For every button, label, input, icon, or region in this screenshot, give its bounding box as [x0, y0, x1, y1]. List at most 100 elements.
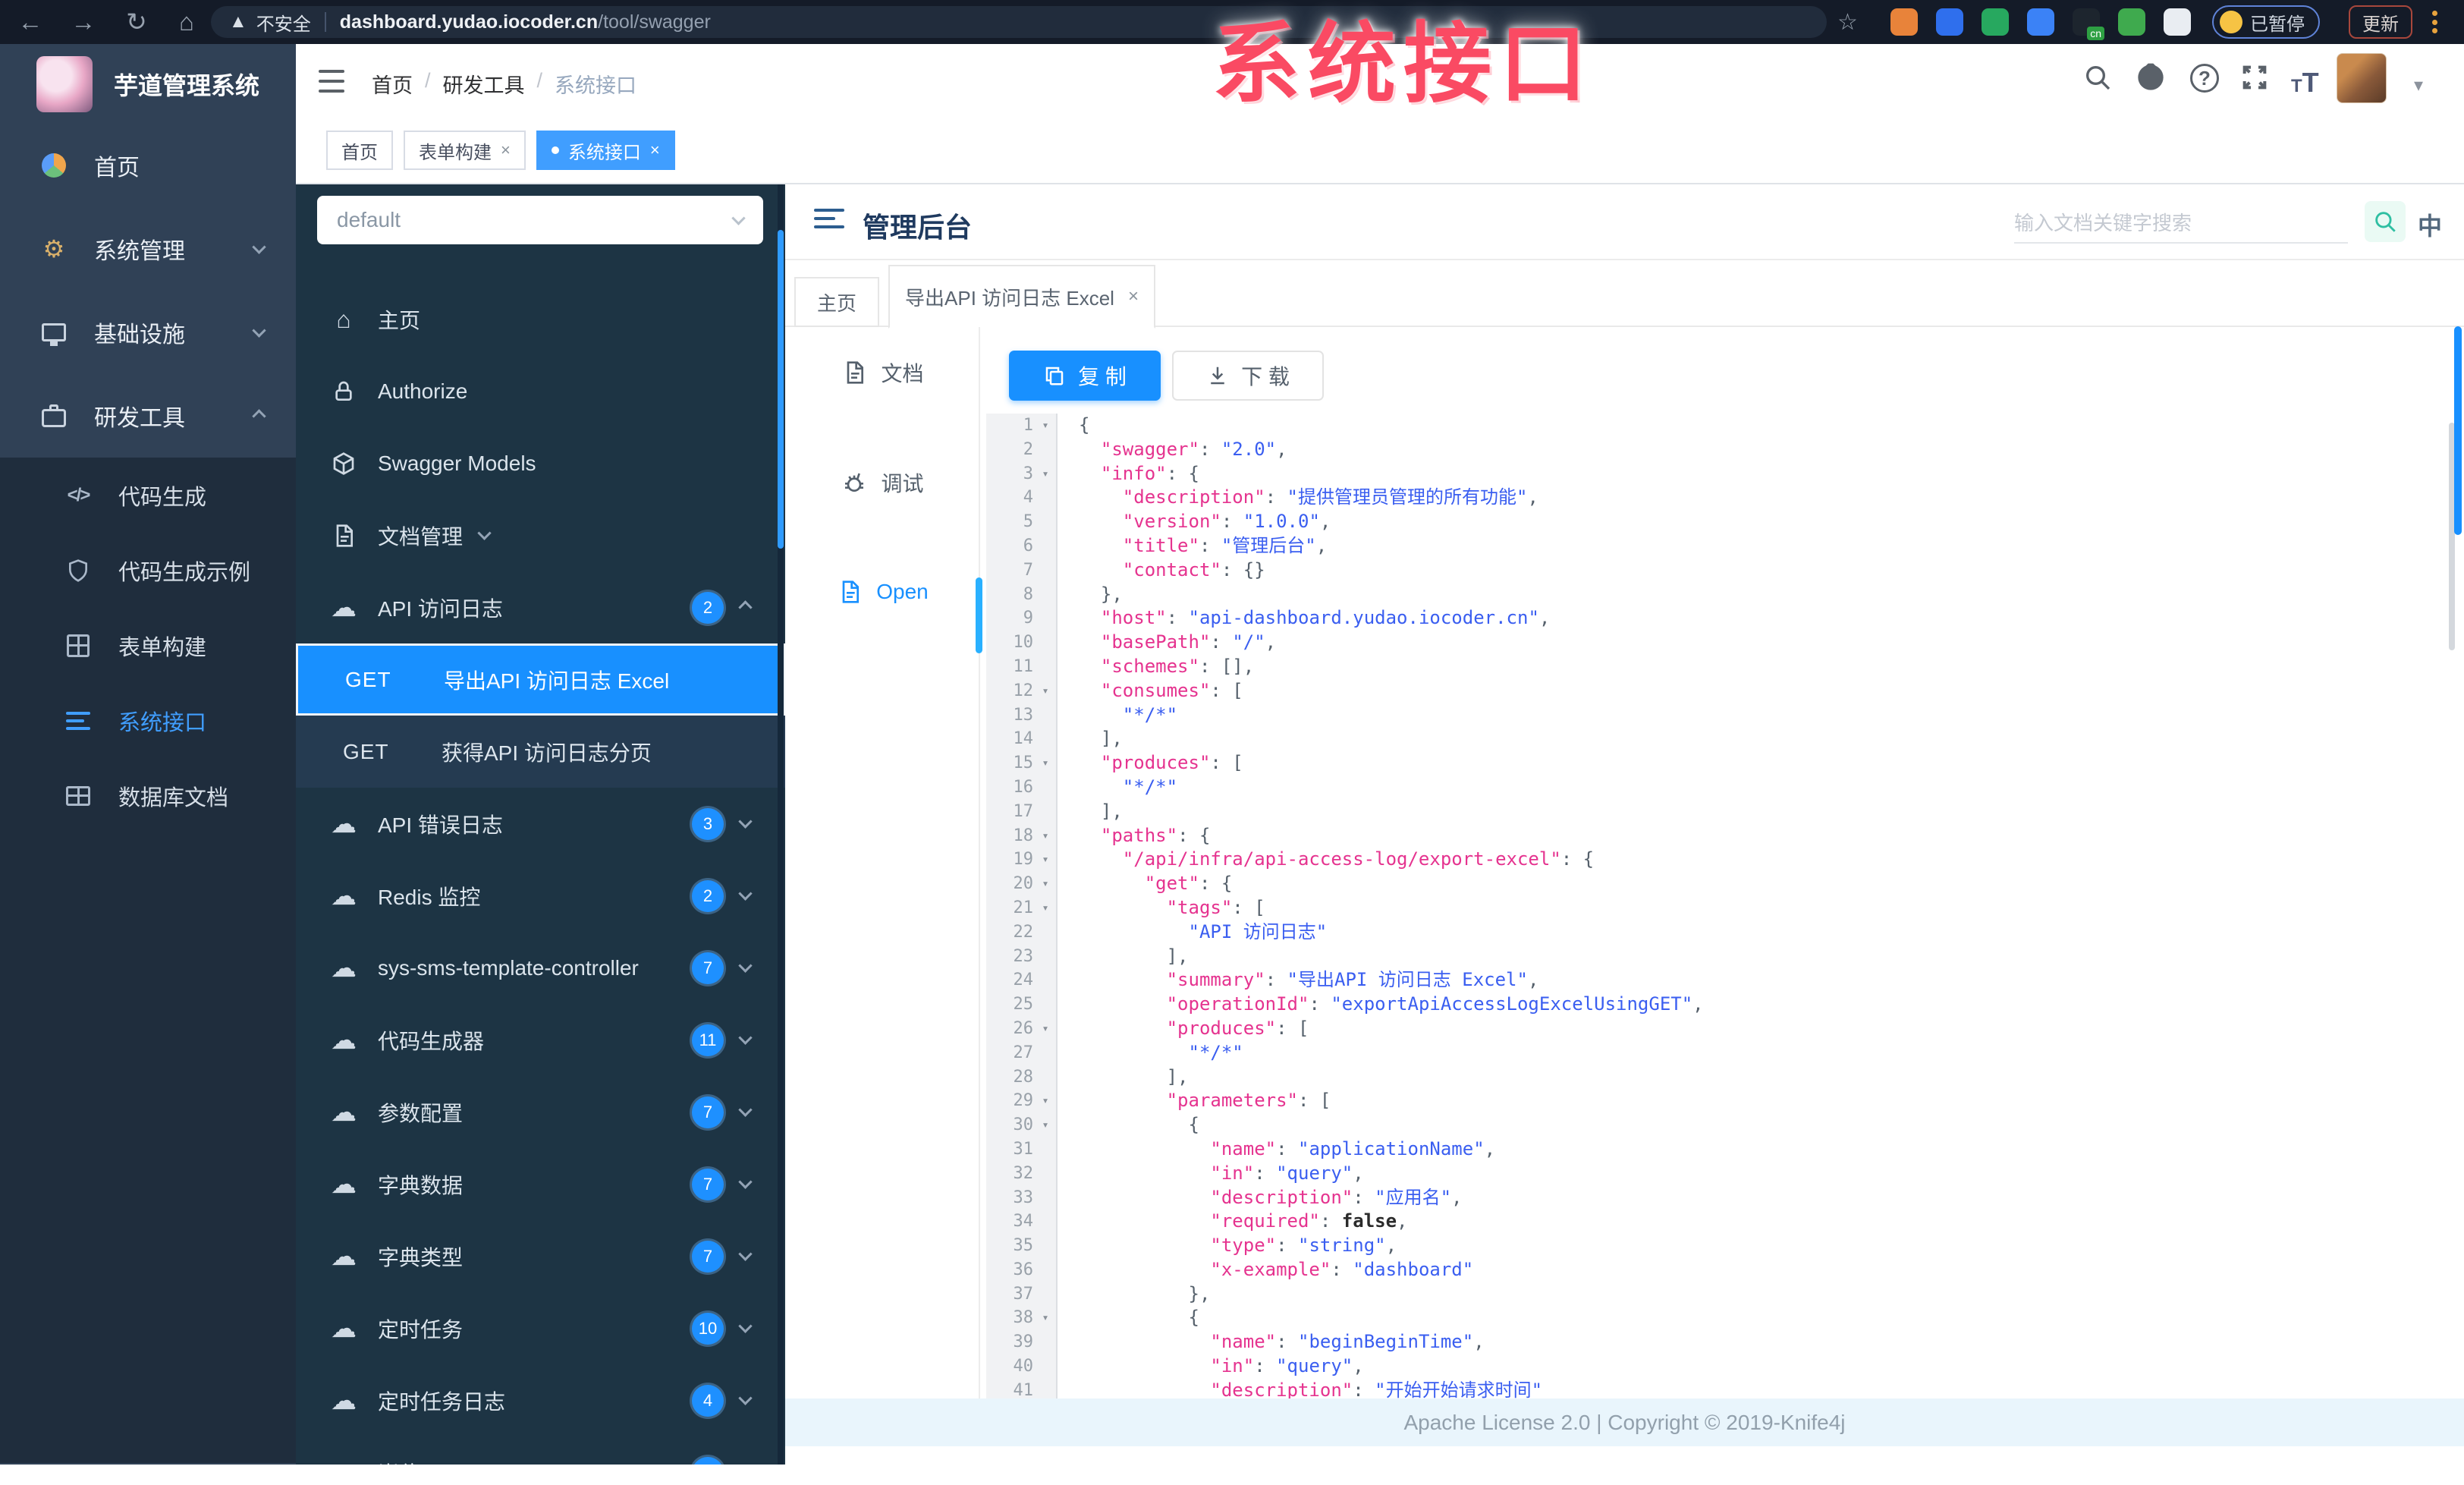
doc-tab-导出API 访问日志 Excel[interactable]: 导出API 访问日志 Excel ×: [888, 265, 1155, 329]
sidebar-subitem-表单构建[interactable]: 表单构建: [0, 608, 296, 683]
fold-caret-icon[interactable]: ▾: [1033, 1113, 1058, 1137]
code-text: "x-example": "dashboard": [1210, 1258, 1474, 1280]
sidebar-scrollbar[interactable]: [778, 230, 784, 549]
chevron-down-icon: [477, 526, 492, 540]
sidebar-subitem-数据库文档[interactable]: 数据库文档: [0, 758, 296, 833]
sidebar-subitem-代码生成示例[interactable]: 代码生成示例: [0, 533, 296, 608]
help-icon[interactable]: ?: [2190, 64, 2219, 93]
tag-首页[interactable]: 首页: [326, 131, 393, 170]
browser-back-icon[interactable]: ←: [17, 8, 44, 36]
paused-extension-badge[interactable]: 已暂停: [2212, 5, 2320, 39]
fold-caret-icon[interactable]: ▾: [1033, 751, 1058, 776]
api-group-Redis 监控[interactable]: ☁ Redis 监控 2: [296, 860, 785, 932]
extension-icon-cn[interactable]: [2073, 8, 2104, 40]
bookmark-star-icon[interactable]: ☆: [1837, 9, 1858, 36]
user-avatar[interactable]: [2337, 53, 2387, 103]
browser-menu-icon[interactable]: [2431, 8, 2438, 36]
fullscreen-icon[interactable]: [2239, 62, 2270, 96]
tag-系统接口[interactable]: 系统接口 ×: [536, 131, 675, 170]
api-group-label: 代码生成器: [378, 1029, 485, 1053]
breadcrumb-item[interactable]: 首页: [372, 69, 413, 99]
extension-icon-puzzle[interactable]: [2164, 8, 2191, 36]
fold-caret-icon[interactable]: ▾: [1033, 1017, 1058, 1041]
extension-icon-orange[interactable]: [1890, 8, 1918, 36]
breadcrumb-item[interactable]: 研发工具: [443, 69, 525, 99]
sidebar-item-系统管理[interactable]: ⚙ 系统管理: [0, 207, 296, 291]
tag-表单构建[interactable]: 表单构建 ×: [404, 131, 526, 170]
api-group-字典数据[interactable]: ☁ 字典数据 7: [296, 1148, 785, 1220]
not-secure-label[interactable]: 不安全: [256, 9, 311, 36]
swagger-json-editor[interactable]: 1 ▾{2 "swagger": "2.0", 3 ▾ "info": {4 "des…: [986, 414, 2464, 1398]
extension-icon-blue-grid[interactable]: [2027, 8, 2054, 36]
api-group-sys-sms-template-controller[interactable]: ☁ sys-sms-template-controller 7: [296, 932, 785, 1004]
search-placeholder: 输入文档关键字搜索: [2014, 211, 2192, 234]
copy-button[interactable]: 复 制: [1009, 351, 1161, 401]
breadcrumb-item[interactable]: 系统接口: [555, 69, 636, 99]
browser-forward-icon[interactable]: →: [70, 8, 97, 36]
api-group-Swagger Models[interactable]: Swagger Models: [296, 427, 785, 499]
browser-update-button[interactable]: 更新: [2349, 5, 2412, 39]
api-group-select[interactable]: default: [317, 196, 763, 244]
sidebar-subitem-系统接口[interactable]: 系统接口: [0, 683, 296, 758]
fold-caret-icon[interactable]: ▾: [1033, 848, 1058, 872]
api-group-主页[interactable]: ⌂ 主页: [296, 283, 785, 355]
api-group-Authorize[interactable]: Authorize: [296, 355, 785, 427]
api-endpoint-导出API 访问日志 Excel[interactable]: GET 导出API 访问日志 Excel: [296, 643, 785, 716]
fold-caret-icon[interactable]: ▾: [1033, 1089, 1058, 1113]
divider: [324, 12, 326, 32]
doc-search-icon[interactable]: [2365, 201, 2406, 242]
extension-icon-blue-diamond[interactable]: [1936, 8, 1963, 36]
line-number: 9: [1023, 609, 1033, 628]
fold-caret-icon[interactable]: ▾: [1033, 824, 1058, 848]
code-text: ],: [1100, 800, 1123, 822]
language-toggle[interactable]: 中: [2418, 207, 2442, 242]
tool-文档[interactable]: 文档: [785, 357, 979, 388]
api-group-label: 文档管理: [378, 524, 464, 549]
api-group-文档管理[interactable]: 文档管理: [296, 499, 785, 571]
api-group-定时任务日志[interactable]: ☁ 定时任务日志 4: [296, 1364, 785, 1436]
api-endpoint-获得API 访问日志分页[interactable]: GET 获得API 访问日志分页: [296, 716, 785, 788]
avatar-caret-down-icon[interactable]: ▾: [2414, 74, 2423, 96]
sidebar-subitem-代码生成[interactable]: </> 代码生成: [0, 458, 296, 533]
fold-caret-icon[interactable]: ▾: [1033, 679, 1058, 703]
hamburger-icon[interactable]: [319, 70, 344, 93]
fold-caret-icon[interactable]: ▾: [1033, 462, 1058, 486]
api-group-字典类型[interactable]: ☁ 字典类型 7: [296, 1220, 785, 1292]
collapse-menu-icon[interactable]: [814, 209, 844, 234]
tool-Open[interactable]: Open: [785, 577, 979, 606]
download-button[interactable]: 下 载: [1172, 351, 1324, 401]
browser-home-icon[interactable]: ⌂: [173, 8, 200, 36]
extension-icon-green-circle[interactable]: [1982, 8, 2009, 36]
line-number: 25: [1013, 995, 1034, 1015]
main-scrollbar[interactable]: [2454, 326, 2462, 535]
sidebar-item-首页[interactable]: 首页: [0, 124, 296, 207]
code-line: 40 "in": "query",: [986, 1354, 2464, 1379]
doc-search-input[interactable]: 输入文档关键字搜索: [2014, 201, 2348, 244]
api-group-API 访问日志[interactable]: ☁ API 访问日志 2: [296, 571, 785, 643]
api-group-代码生成器[interactable]: ☁ 代码生成器 11: [296, 1004, 785, 1076]
close-icon[interactable]: ×: [650, 140, 660, 160]
api-group-参数配置[interactable]: ☁ 参数配置 7: [296, 1076, 785, 1148]
fold-caret-icon[interactable]: ▾: [1033, 872, 1058, 896]
sidebar-item-基础设施[interactable]: 基础设施: [0, 291, 296, 374]
fold-caret-icon[interactable]: ▾: [1033, 1306, 1058, 1330]
close-icon[interactable]: ×: [501, 140, 511, 160]
close-icon[interactable]: ×: [1128, 286, 1139, 307]
code-line: 4 "description": "提供管理员管理的所有功能",: [986, 486, 2464, 510]
github-icon[interactable]: [2136, 62, 2166, 96]
font-size-icon[interactable]: TT: [2291, 67, 2319, 99]
fold-caret-icon[interactable]: ▾: [1033, 896, 1058, 920]
line-number: 40: [1013, 1357, 1034, 1376]
api-group-岗位[interactable]: ☁ 岗位: [296, 1436, 785, 1465]
api-group-定时任务[interactable]: ☁ 定时任务 10: [296, 1292, 785, 1364]
sidebar-item-研发工具[interactable]: 研发工具: [0, 374, 296, 458]
search-icon[interactable]: [2082, 62, 2113, 96]
extension-icon-green[interactable]: [2118, 8, 2145, 36]
fold-caret-icon[interactable]: ▾: [1033, 414, 1058, 438]
code-text: "type": "string",: [1210, 1235, 1397, 1257]
doc-tab-主页[interactable]: 主页: [794, 277, 879, 327]
tool-调试[interactable]: 调试: [785, 467, 979, 498]
browser-reload-icon[interactable]: ↻: [123, 8, 150, 36]
api-group-API 错误日志[interactable]: ☁ API 错误日志 3: [296, 788, 785, 860]
